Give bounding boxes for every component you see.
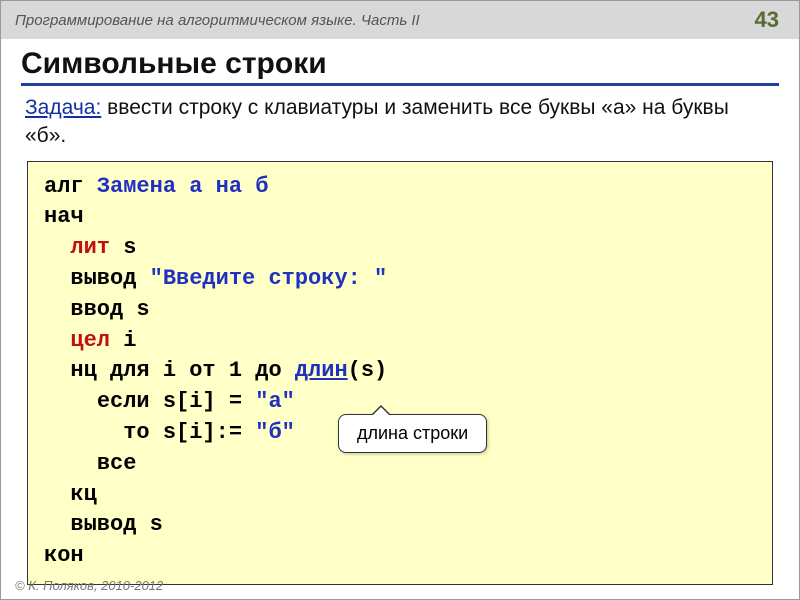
code-line: цел i — [44, 326, 756, 357]
header-bar: Программирование на алгоритмическом язык… — [1, 1, 799, 39]
code-line: нц для i от 1 до длин(s) — [44, 356, 756, 387]
code-line: нач — [44, 202, 756, 233]
code-line: вывод s — [44, 510, 756, 541]
code-line: ввод s — [44, 295, 756, 326]
code-line: алг Замена а на б — [44, 172, 756, 203]
code-line: кц — [44, 480, 756, 511]
code-line: лит s — [44, 233, 756, 264]
header-title: Программирование на алгоритмическом язык… — [15, 12, 420, 29]
content: Символьные строки Задача: ввести строку … — [1, 39, 799, 585]
main-heading: Символьные строки — [21, 47, 779, 86]
code-line: кон — [44, 541, 756, 572]
code-line: все — [44, 449, 756, 480]
task-text: Задача: ввести строку с клавиатуры и зам… — [21, 94, 779, 161]
task-label: Задача: — [25, 96, 101, 119]
page-number: 43 — [755, 7, 785, 33]
footer-copyright: © К. Поляков, 2010-2012 — [15, 578, 163, 593]
code-line: вывод "Введите строку: " — [44, 264, 756, 295]
callout-length: длина строки — [338, 414, 487, 453]
task-body: ввести строку с клавиатуры и заменить вс… — [25, 96, 729, 147]
code-box: алг Замена а на б нач лит s вывод "Введи… — [27, 161, 773, 585]
